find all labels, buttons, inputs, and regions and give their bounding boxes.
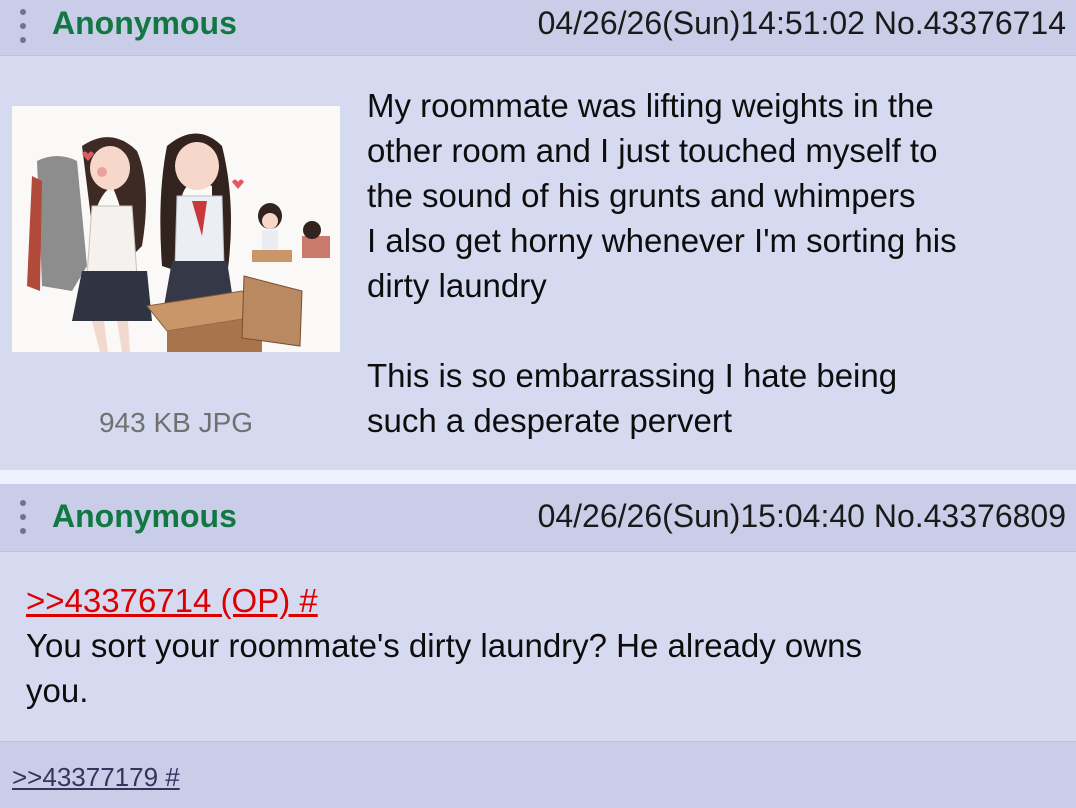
post-43376714: Anonymous 04/26/26(Sun)14:51:02 No.43376… [0, 0, 1076, 470]
post-number[interactable]: No.43376714 [874, 5, 1066, 41]
post-header: Anonymous 04/26/26(Sun)15:04:40 No.43376… [0, 484, 1076, 552]
vertical-ellipsis-icon[interactable] [15, 500, 31, 534]
backlinks-bar: >>43377179 # [0, 741, 1076, 808]
post-body: My roommate was lifting weights in the o… [367, 83, 1067, 443]
backlink[interactable]: >>43377179 # [12, 762, 180, 793]
post-line: You sort your roommate's dirty laundry? … [26, 627, 862, 664]
post-line: dirty laundry [367, 267, 547, 304]
post-line: My roommate was lifting weights in the [367, 87, 934, 124]
post-body: >>43376714 (OP) # You sort your roommate… [26, 578, 1066, 713]
post-line: you. [26, 672, 89, 709]
post-meta: 04/26/26(Sun)14:51:02 No.43376714 [538, 5, 1066, 41]
vertical-ellipsis-icon[interactable] [15, 9, 31, 43]
post-number[interactable]: No.43376809 [874, 498, 1066, 534]
file-info: 943 KB JPG [98, 407, 254, 438]
poster-name: Anonymous [52, 5, 237, 41]
image-thumbnail[interactable] [12, 106, 340, 352]
post-line: the sound of his grunts and whimpers [367, 177, 916, 214]
post-line: such a desperate pervert [367, 402, 733, 439]
post-line: other room and I just touched myself to [367, 132, 938, 169]
post-datetime: 04/26/26(Sun)15:04:40 [537, 498, 865, 534]
post-line: This is so embarrassing I hate being [367, 357, 898, 394]
poster-name: Anonymous [52, 498, 237, 534]
post-line: I also get horny whenever I'm sorting hi… [367, 222, 957, 259]
post-meta: 04/26/26(Sun)15:04:40 No.43376809 [538, 498, 1066, 534]
post-datetime: 04/26/26(Sun)14:51:02 [537, 5, 865, 41]
post-header: Anonymous 04/26/26(Sun)14:51:02 No.43376… [0, 0, 1076, 56]
op-quote-link[interactable]: >>43376714 (OP) # [26, 582, 318, 619]
